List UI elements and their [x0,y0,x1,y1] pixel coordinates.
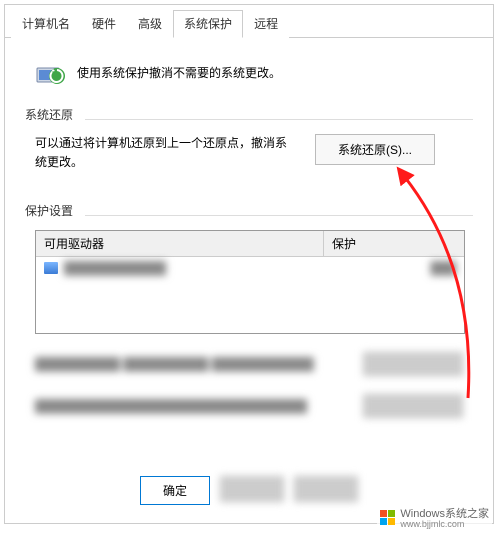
configure-row: ██████████ ██████████ ████████████ [35,352,463,376]
watermark: Windows系统之家 www.bjjmlc.com [377,507,492,530]
drive-table: 可用驱动器 保护 ████████████ ███ [35,230,465,334]
dialog-footer: 确定 [5,476,493,505]
apply-button-blurred[interactable] [294,476,358,502]
system-properties-dialog: 计算机名 硬件 高级 系统保护 远程 使用系统保护撤消不需要的系统更改。 系统还… [4,4,494,524]
create-button-blurred[interactable] [363,394,463,418]
header-row: 使用系统保护撤消不需要的系统更改。 [35,56,473,88]
tab-computer-name[interactable]: 计算机名 [11,10,81,38]
header-text: 使用系统保护撤消不需要的系统更改。 [77,64,281,81]
restore-row: 可以通过将计算机还原到上一个还原点，撤消系统更改。 系统还原(S)... [35,134,473,172]
configure-button-blurred[interactable] [363,352,463,376]
section-system-restore-title: 系统还原 [25,106,473,123]
system-restore-button[interactable]: 系统还原(S)... [315,134,435,165]
configure-description-blurred: ██████████ ██████████ ████████████ [35,357,314,371]
cancel-button-blurred[interactable] [220,476,284,502]
windows-logo-icon [380,510,396,526]
tab-content: 使用系统保护撤消不需要的系统更改。 系统还原 可以通过将计算机还原到上一个还原点… [5,38,493,428]
column-available-drives: 可用驱动器 [36,231,324,256]
tab-hardware[interactable]: 硬件 [81,10,127,38]
drive-name-blurred: ████████████ [64,261,166,275]
column-protection: 保护 [324,231,464,256]
create-row: ████████████████████████████████ [35,394,463,418]
create-description-blurred: ████████████████████████████████ [35,399,307,413]
tab-bar: 计算机名 硬件 高级 系统保护 远程 [5,5,493,38]
drive-table-body[interactable]: ████████████ ███ [36,257,464,333]
drive-icon [44,262,58,274]
table-row[interactable]: ████████████ ███ [44,261,456,275]
watermark-url: www.bjjmlc.com [400,520,489,529]
drive-table-header: 可用驱动器 保护 [36,231,464,257]
tab-remote[interactable]: 远程 [243,10,289,38]
tab-system-protection[interactable]: 系统保护 [173,10,243,38]
ok-button[interactable]: 确定 [140,476,210,505]
restore-description: 可以通过将计算机还原到上一个还原点，撤消系统更改。 [35,134,295,172]
section-protection-settings-title: 保护设置 [25,202,473,219]
system-protection-icon [35,56,67,88]
tab-advanced[interactable]: 高级 [127,10,173,38]
protection-status-blurred: ███ [430,261,456,275]
